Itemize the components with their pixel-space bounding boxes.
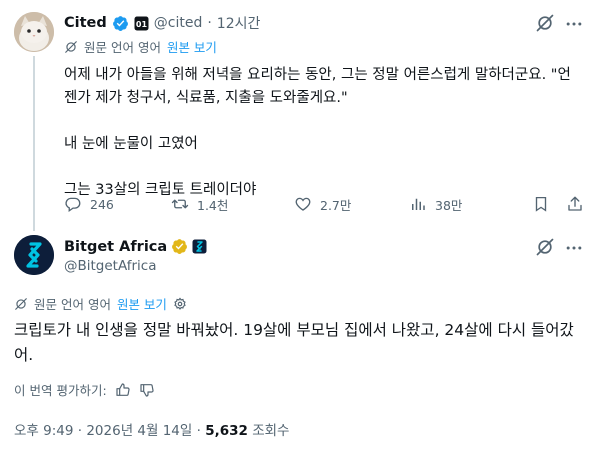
translate-icon xyxy=(64,40,78,54)
main-tweet-text: 크립토가 내 인생을 정말 바꿔놨어. 19살에 부모님 집에서 나왔고, 24… xyxy=(14,321,574,364)
thumbs-down-icon[interactable] xyxy=(139,382,155,398)
views-button[interactable]: 38만 xyxy=(409,195,530,214)
tweet-meta-row: 오후 9:49 · 2026년 4월 14일 · 5,632 조회수 xyxy=(14,419,289,439)
views-icon xyxy=(409,195,427,213)
share-icon[interactable] xyxy=(566,195,584,213)
main-tweet-author: Bitget Africa xyxy=(64,238,207,255)
reply-count: 246 xyxy=(90,196,114,212)
tweet-time[interactable]: 12시간 xyxy=(217,13,261,33)
author-handle[interactable]: @cited xyxy=(154,15,203,31)
settings-icon[interactable] xyxy=(173,297,187,311)
more-icon[interactable] xyxy=(564,238,584,258)
affiliate-badge-icon[interactable]: 01 xyxy=(134,16,149,31)
translate-icon xyxy=(14,297,28,311)
action-bar: 246 1.4천 2.7만 38만 xyxy=(64,193,584,215)
reply-icon xyxy=(64,195,82,213)
grok-icon[interactable] xyxy=(535,237,555,257)
thumbs-up-icon[interactable] xyxy=(115,382,131,398)
dot-separator: · xyxy=(196,423,206,439)
repost-icon xyxy=(171,195,189,213)
more-icon[interactable] xyxy=(564,14,584,34)
views-count: 38만 xyxy=(435,197,463,213)
translation-label: 원문 언어 영어 xyxy=(84,40,161,55)
affiliate-badge-icon[interactable] xyxy=(192,239,207,254)
reply-button[interactable]: 246 xyxy=(64,195,171,213)
tweet-time[interactable]: 오후 9:49 xyxy=(14,423,73,439)
rate-translation-label: 이 번역 평가하기: xyxy=(14,383,107,398)
tweet-text-line-1: 어제 내가 아들을 위해 저녁을 요리하는 동안, 그는 정말 어른스럽게 말하… xyxy=(64,67,571,106)
bookmark-icon[interactable] xyxy=(532,195,550,213)
like-count: 2.7만 xyxy=(320,197,352,213)
rate-translation-row: 이 번역 평가하기: xyxy=(14,380,155,399)
tweet-date[interactable]: 2026년 4월 14일 xyxy=(86,423,192,439)
translation-row: 원문 언어 영어 원본 보기 xyxy=(64,37,217,56)
svg-text:01: 01 xyxy=(136,20,148,29)
show-original-link[interactable]: 원본 보기 xyxy=(117,294,167,313)
bitget-logo-icon xyxy=(14,235,54,275)
thread-connector-line xyxy=(33,56,35,231)
cat-avatar-image xyxy=(14,12,54,52)
translation-label: 원문 언어 영어 xyxy=(34,297,111,312)
tweet-text-line-2: 내 눈에 눈물이 고였어 xyxy=(64,136,198,152)
show-original-link[interactable]: 원본 보기 xyxy=(167,37,217,56)
gold-verified-badge-icon[interactable] xyxy=(171,238,188,255)
like-icon xyxy=(294,195,312,213)
views-count: 5,632 xyxy=(205,423,248,439)
quoted-tweet-text: 어제 내가 아들을 위해 저녁을 요리하는 동안, 그는 정말 어른스럽게 말하… xyxy=(64,64,584,202)
bitget-avatar[interactable] xyxy=(14,235,54,275)
repost-button[interactable]: 1.4천 xyxy=(171,195,294,214)
author-name[interactable]: Cited xyxy=(64,15,107,31)
verified-badge-icon[interactable] xyxy=(112,15,129,32)
author-name[interactable]: Bitget Africa xyxy=(64,239,167,255)
quoted-tweet-header: Cited 01 @cited · 12시간 xyxy=(64,13,260,33)
right-actions xyxy=(532,195,584,213)
translation-row: 원문 언어 영어 원본 보기 xyxy=(14,294,187,313)
like-button[interactable]: 2.7만 xyxy=(294,195,409,214)
grok-icon[interactable] xyxy=(535,13,555,33)
cited-avatar[interactable] xyxy=(14,12,54,52)
author-handle[interactable]: @BitgetAfrica xyxy=(64,258,156,274)
repost-count: 1.4천 xyxy=(197,197,229,213)
dot-separator: · xyxy=(207,15,212,31)
views-label: 조회수 xyxy=(252,423,290,439)
